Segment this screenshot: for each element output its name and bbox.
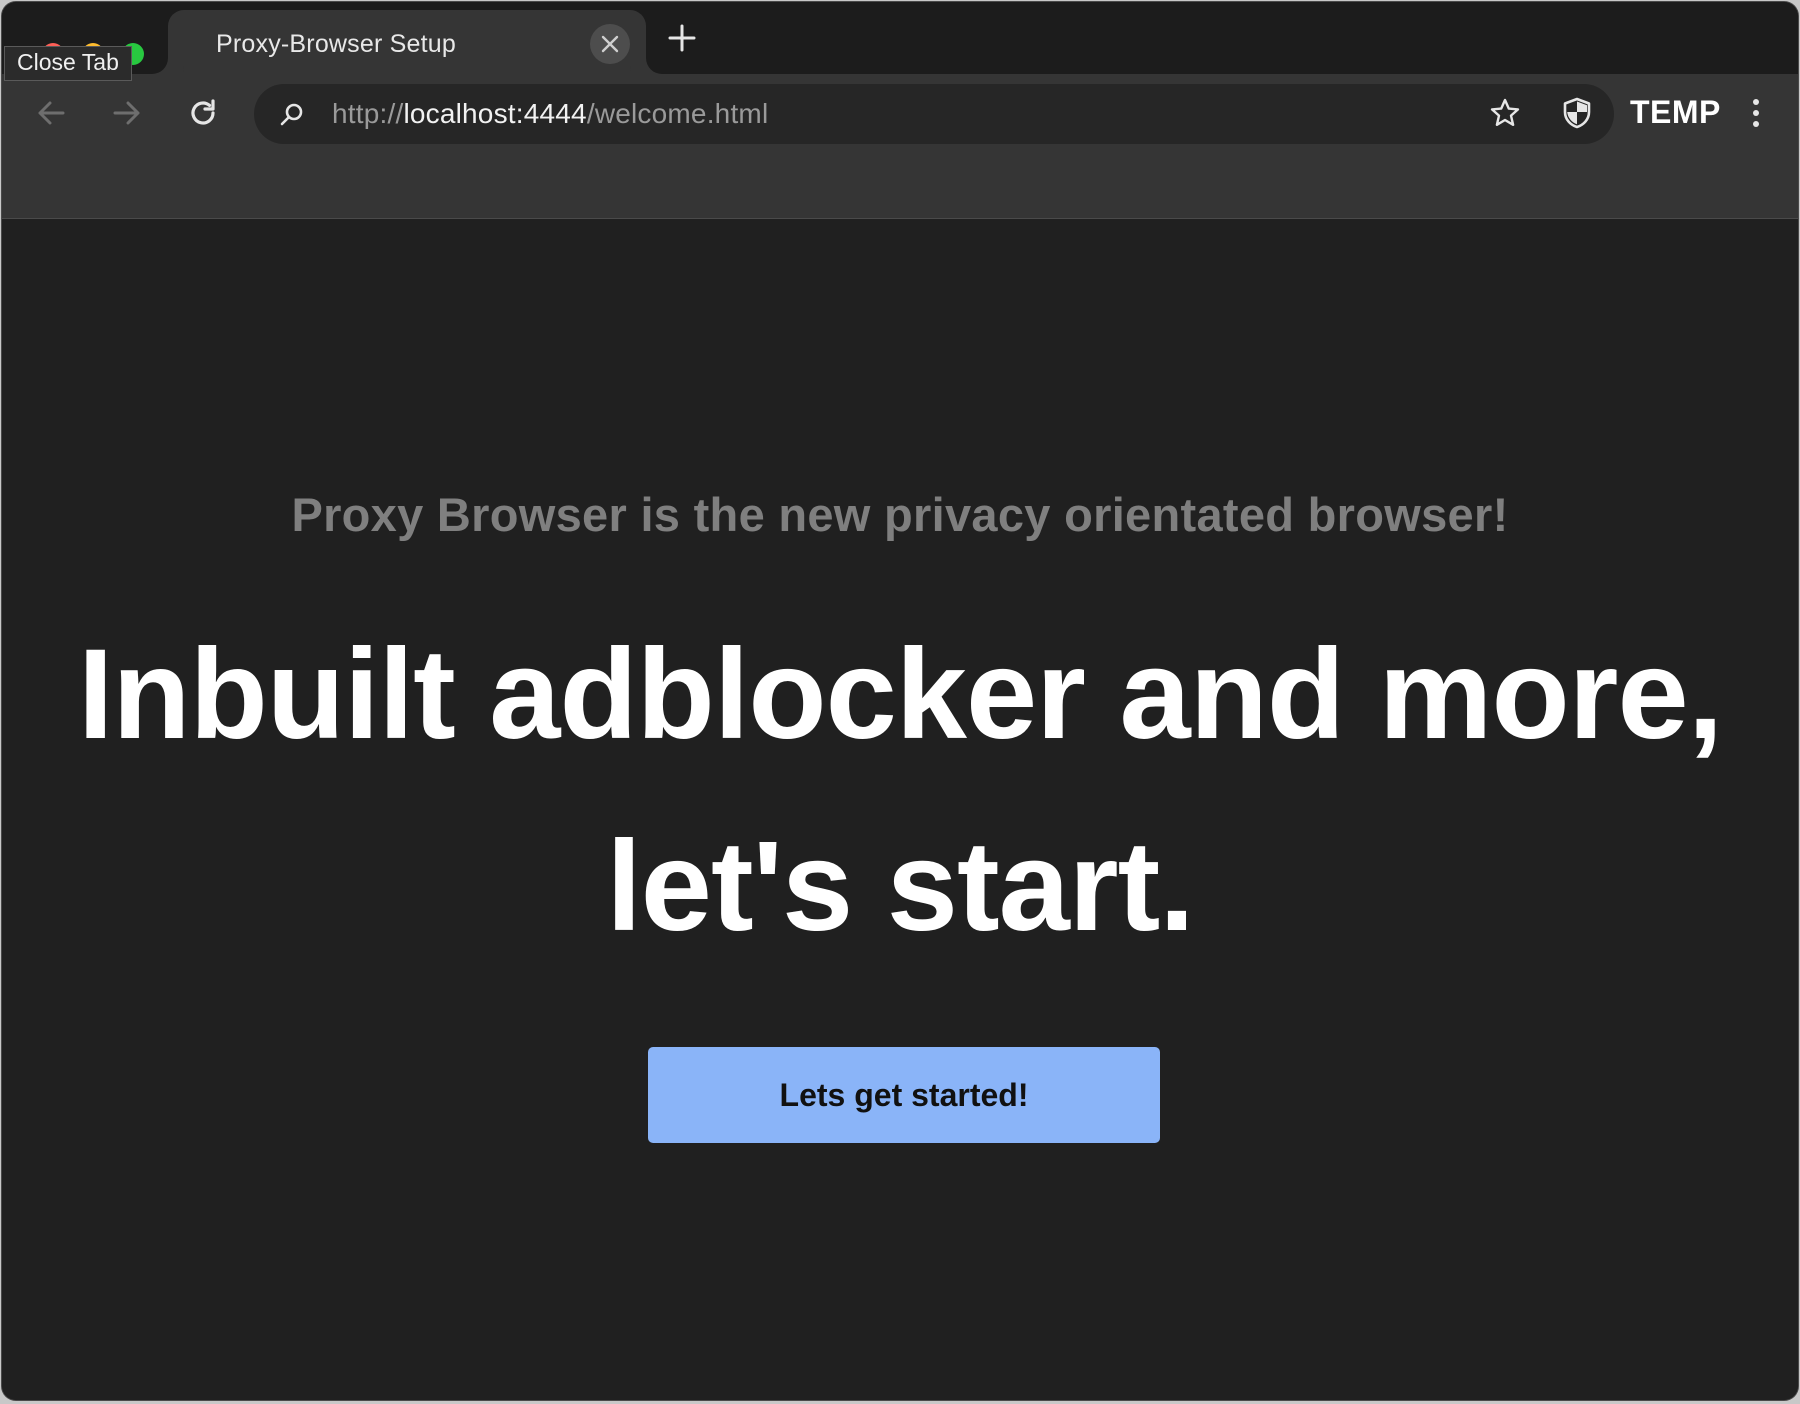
url-path: /welcome.html [586, 98, 769, 129]
url-scheme: http:// [332, 98, 404, 129]
arrow-right-icon [113, 101, 140, 125]
headline: Inbuilt adblocker and more, let's start. [77, 623, 1723, 958]
url-host: localhost:4444 [403, 98, 587, 129]
search-icon [276, 98, 308, 130]
address-bar[interactable]: http://localhost:4444/welcome.html [254, 84, 1614, 144]
back-button[interactable] [26, 88, 76, 138]
plus-icon [668, 24, 696, 52]
new-tab-button[interactable] [664, 20, 700, 56]
tab-proxy-browser-setup[interactable]: Proxy-Browser Setup [168, 10, 646, 74]
shield-icon [1563, 97, 1591, 129]
browser-toolbar: http://localhost:4444/welcome.html TEMP [2, 74, 1798, 219]
menu-button[interactable] [1736, 88, 1776, 138]
reload-button[interactable] [178, 88, 228, 138]
get-started-button[interactable]: Lets get started! [648, 1047, 1160, 1143]
tab-strip: Proxy-Browser Setup [2, 2, 1798, 74]
shield-button[interactable] [1552, 88, 1602, 138]
star-icon [1490, 98, 1520, 126]
forward-button[interactable] [102, 88, 152, 138]
page-content: Proxy Browser is the new privacy orienta… [2, 219, 1798, 1400]
reload-icon [191, 99, 215, 125]
kebab-menu-icon [1753, 99, 1759, 127]
browser-window: Proxy-Browser Setup Close Tab http://loc… [2, 2, 1798, 1400]
close-icon [601, 35, 619, 53]
url-text[interactable]: http://localhost:4444/welcome.html [332, 98, 768, 130]
profile-label[interactable]: TEMP [1630, 94, 1721, 131]
close-tab-tooltip: Close Tab [4, 46, 132, 81]
tagline: Proxy Browser is the new privacy orienta… [291, 488, 1509, 541]
tab-title: Proxy-Browser Setup [216, 30, 456, 58]
arrow-left-icon [38, 101, 65, 125]
tab-close-button[interactable] [590, 24, 630, 64]
bookmark-button[interactable] [1480, 88, 1530, 138]
